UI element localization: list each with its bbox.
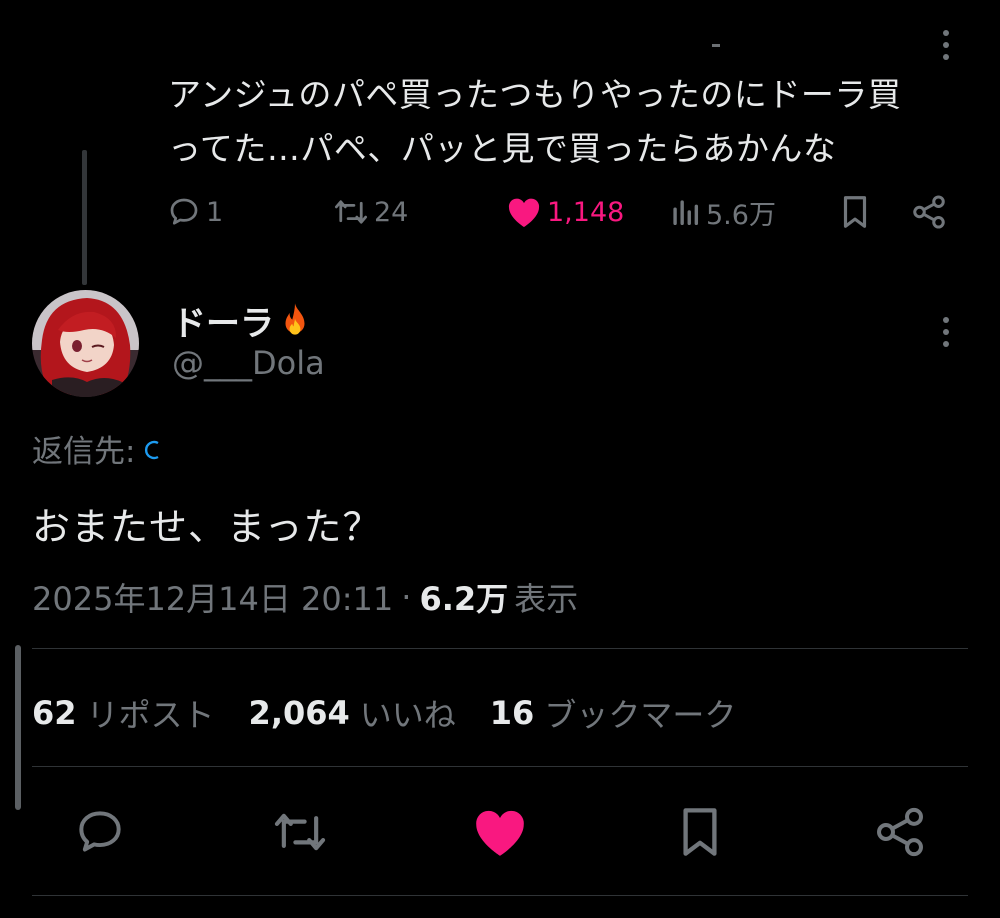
main-action-bar [0, 800, 1000, 864]
stat-bookmarks-label: ブックマーク [544, 696, 737, 734]
engagement-stats: 62 リポスト 2,064 いいね 16 ブックマーク [32, 690, 770, 736]
speech-bubble-icon [79, 811, 121, 852]
avatar[interactable] [32, 290, 139, 397]
stat-reposts-value: 62 [32, 694, 77, 732]
scrollbar[interactable] [15, 645, 21, 810]
parent-reply-count: 1 [206, 196, 224, 228]
vertical-dots-icon [936, 315, 956, 347]
parent-tweet-text-line2: ってた…パペ、パッと見で買ったらあかんな [168, 129, 837, 168]
like-button[interactable] [468, 800, 532, 864]
stat-likes-label: いいね [359, 696, 456, 734]
parent-share-button[interactable] [910, 190, 948, 234]
reply-button[interactable] [68, 800, 132, 864]
bar-chart-icon [673, 200, 699, 226]
parent-bookmark-button[interactable] [838, 190, 872, 234]
views-label: 表示 [514, 580, 579, 618]
divider [32, 766, 968, 767]
stat-reposts[interactable]: 62 リポスト [32, 690, 215, 736]
parent-view-count: 5.6万 [706, 199, 776, 231]
heart-icon [476, 810, 524, 856]
parent-tweet-text: アンジュのパペ買ったつもりやったのにドーラ買 ってた…パペ、パッと見で買ったらあ… [168, 68, 958, 176]
share-button[interactable] [868, 800, 932, 864]
repost-arrows-icon [334, 200, 368, 224]
divider [32, 895, 968, 896]
more-options-button[interactable] [936, 28, 956, 64]
display-name[interactable]: ドーラ [172, 296, 312, 345]
parent-repost-button[interactable]: 24 [332, 190, 408, 234]
bookmark-button[interactable] [668, 800, 732, 864]
stat-bookmarks[interactable]: 16 ブックマーク [490, 690, 737, 736]
more-options-button[interactable] [936, 315, 956, 351]
display-name-text: ドーラ [172, 304, 274, 344]
speech-bubble-icon [170, 198, 198, 225]
repost-arrows-icon [274, 813, 326, 851]
tweet-meta: 2025年12月14日 20:11 · 6.2万 表示 [32, 574, 578, 620]
vertical-dots-icon [936, 28, 956, 60]
reply-to-label: 返信先: [32, 434, 136, 470]
avatar-illustration [32, 290, 139, 397]
views-value: 6.2万 [419, 580, 509, 618]
heart-icon [508, 198, 540, 228]
parent-views-button[interactable]: 5.6万 [668, 190, 776, 234]
repost-button[interactable] [268, 800, 332, 864]
bookmark-icon [843, 196, 867, 228]
parent-like-button[interactable]: 1,148 [505, 190, 624, 234]
parent-like-count: 1,148 [547, 196, 625, 228]
fire-emoji-icon [285, 302, 305, 335]
divider [32, 648, 968, 649]
parent-reply-button[interactable]: 1 [166, 190, 223, 234]
share-nodes-icon [913, 195, 945, 229]
tweet-text: おまたせ、まった？ [32, 505, 382, 549]
mention-fragment-icon [145, 440, 160, 459]
meta-separator: · [401, 578, 412, 616]
decorative-speck [712, 44, 720, 47]
user-handle[interactable]: @___Dola [172, 344, 325, 382]
share-nodes-icon [877, 807, 923, 857]
parent-action-bar: 1 24 1,148 5.6万 [0, 190, 1000, 234]
reply-to-mention-link[interactable] [143, 431, 423, 467]
tweet-timestamp[interactable]: 2025年12月14日 20:11 [32, 574, 393, 620]
parent-tweet-text-line1: アンジュのパペ買ったつもりやったのにドーラ買 [168, 75, 902, 114]
parent-repost-count: 24 [374, 196, 409, 228]
reply-to-line: 返信先: [32, 426, 423, 471]
stat-reposts-label: リポスト [86, 696, 215, 734]
stat-likes-value: 2,064 [248, 694, 350, 732]
bookmark-icon [683, 808, 717, 856]
stat-likes[interactable]: 2,064 いいね [249, 690, 456, 736]
stat-bookmarks-value: 16 [489, 694, 535, 732]
